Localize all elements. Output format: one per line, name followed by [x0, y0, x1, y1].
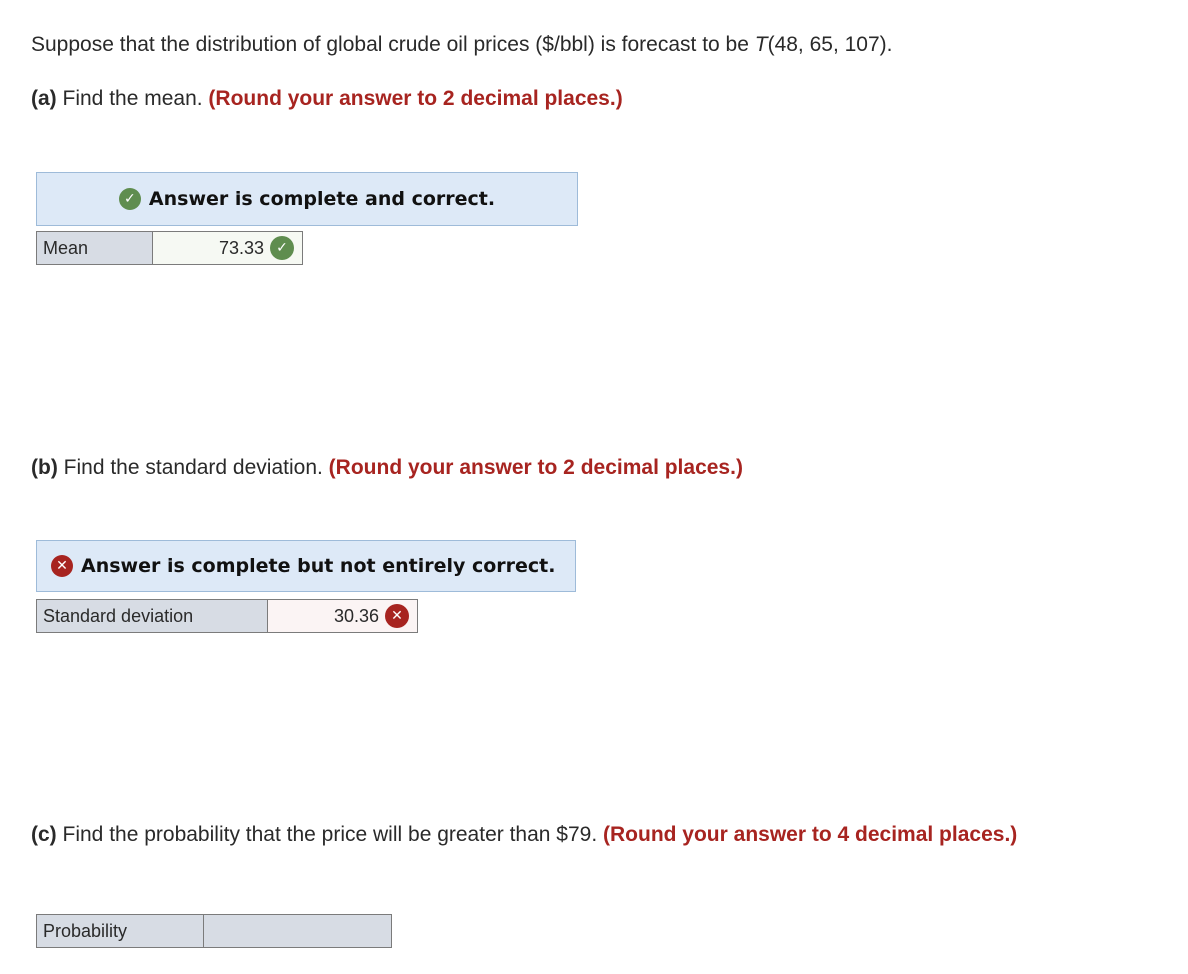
problem-statement: Suppose that the distribution of global … [31, 32, 893, 58]
rounding-hint: (Round your answer to 4 decimal places.) [603, 823, 1018, 846]
mean-answer-row: Mean 73.33 ✓ [36, 231, 303, 265]
field-label: Probability [37, 915, 204, 947]
question-a: (a) Find the mean. (Round your answer to… [31, 86, 623, 112]
check-circle-icon: ✓ [270, 236, 294, 260]
answer-status-banner: ✓ Answer is complete and correct. [36, 172, 578, 226]
rounding-hint: (Round your answer to 2 decimal places.) [208, 87, 623, 110]
distribution-params: (48, 65, 107). [767, 33, 893, 56]
part-label: (b) [31, 456, 58, 479]
std-dev-input[interactable]: 30.36 ✕ [268, 600, 417, 632]
status-text: Answer is complete but not entirely corr… [81, 555, 556, 577]
field-label: Standard deviation [37, 600, 268, 632]
question-b: (b) Find the standard deviation. (Round … [31, 455, 743, 481]
std-dev-answer-row: Standard deviation 30.36 ✕ [36, 599, 418, 633]
rounding-hint: (Round your answer to 2 decimal places.) [328, 456, 743, 479]
mean-input[interactable]: 73.33 ✓ [153, 232, 302, 264]
status-text: Answer is complete and correct. [148, 188, 496, 210]
x-circle-icon: ✕ [51, 555, 73, 577]
question-text: Find the mean. [56, 87, 209, 110]
field-value: 30.36 [333, 605, 379, 626]
part-label: (c) [31, 823, 57, 846]
x-circle-icon: ✕ [385, 604, 409, 628]
field-value: 73.33 [218, 237, 264, 258]
question-text: Find the probability that the price will… [56, 823, 603, 846]
field-label: Mean [37, 232, 153, 264]
question-c: (c) Find the probability that the price … [31, 822, 1017, 848]
problem-text: Suppose that the distribution of global … [31, 33, 755, 56]
check-circle-icon: ✓ [118, 188, 141, 210]
distribution-symbol: T [754, 33, 768, 56]
part-label: (a) [31, 87, 57, 110]
probability-input[interactable] [204, 915, 391, 947]
answer-status-banner: ✕ Answer is complete but not entirely co… [36, 540, 576, 592]
probability-answer-row: Probability [36, 914, 392, 948]
question-text: Find the standard deviation. [57, 456, 329, 479]
